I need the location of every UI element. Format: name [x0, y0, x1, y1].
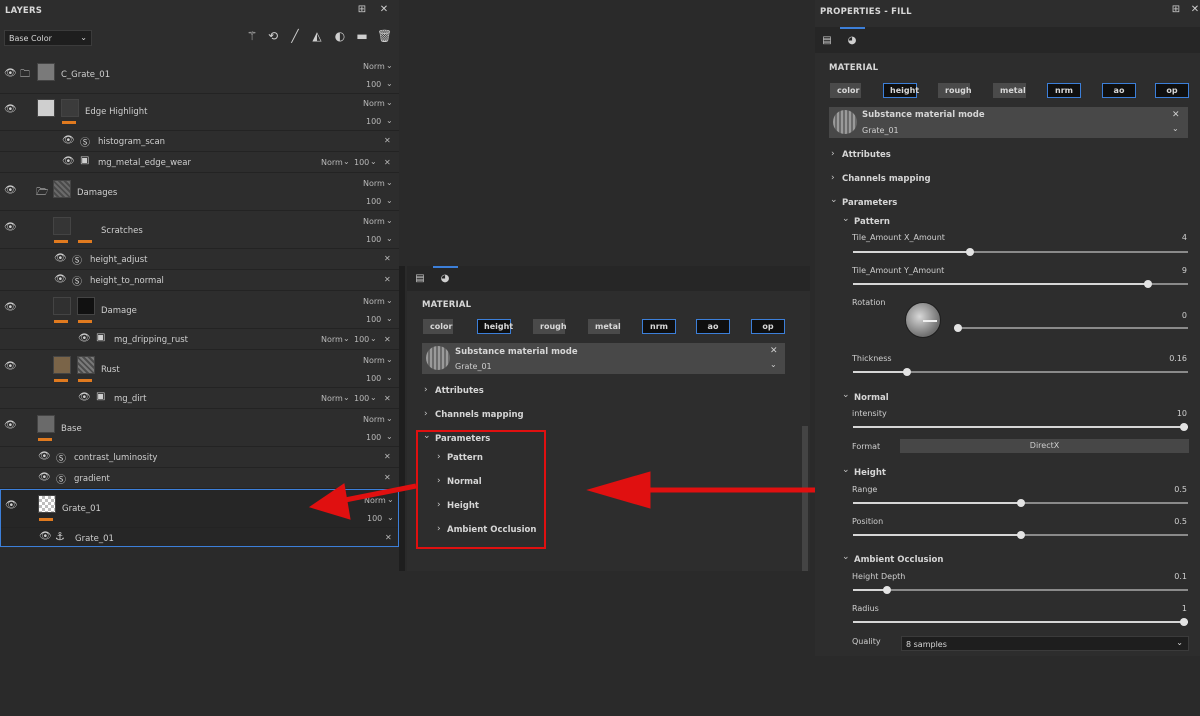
chevron-down-icon: ⌄ — [842, 390, 850, 400]
slider-knob[interactable] — [966, 248, 974, 256]
slider-knob[interactable] — [1180, 423, 1188, 431]
material-mode-sub: Grate_01 — [862, 126, 899, 135]
slider-knob[interactable] — [1017, 531, 1025, 539]
slider-knob[interactable] — [1180, 618, 1188, 626]
format-select[interactable]: DirectX — [900, 439, 1189, 453]
section-parameters[interactable]: Parameters — [842, 198, 897, 208]
slider-fill — [853, 534, 1021, 536]
rotation-dial[interactable] — [905, 302, 941, 338]
section-channels-mapping[interactable]: Channels mapping — [842, 174, 931, 184]
tile-y-label: Tile_Amount Y_Amount — [852, 266, 945, 275]
intensity-slider[interactable] — [853, 423, 1188, 431]
chevron-right-icon: › — [831, 149, 835, 159]
rotation-indicator — [923, 320, 937, 322]
chip-height[interactable]: height — [883, 83, 919, 98]
chevron-down-icon: ⌄ — [842, 214, 850, 224]
slider-knob[interactable] — [954, 324, 962, 332]
tile-x-value[interactable]: 4 — [1175, 233, 1187, 242]
ao-header[interactable]: Ambient Occlusion — [854, 555, 943, 565]
format-value: DirectX — [1029, 441, 1060, 450]
height-depth-value[interactable]: 0.1 — [1165, 572, 1187, 581]
chevron-down-icon: ⌄ — [830, 195, 838, 205]
maximize-icon[interactable]: ⊞ — [1170, 5, 1182, 15]
chevron-down-icon[interactable]: ⌄ — [1172, 124, 1179, 133]
chip-op[interactable]: op — [1155, 83, 1189, 98]
chevron-down-icon: ⌄ — [842, 465, 850, 475]
slider-fill — [853, 589, 887, 591]
tile-x-label: Tile_Amount X_Amount — [852, 233, 945, 242]
material-label: MATERIAL — [829, 63, 879, 73]
range-value[interactable]: 0.5 — [1165, 485, 1187, 494]
slider-knob[interactable] — [1144, 280, 1152, 288]
close-icon[interactable]: ✕ — [1189, 5, 1200, 15]
material-mode-card[interactable]: Substance material mode Grate_01 ✕ ⌄ — [829, 107, 1188, 138]
height-header[interactable]: Height — [854, 468, 886, 478]
chip-rough[interactable]: rough — [938, 83, 972, 98]
tile-x-slider[interactable] — [853, 248, 1188, 256]
slider-knob[interactable] — [883, 586, 891, 594]
slider-track — [853, 589, 1188, 591]
chip-color[interactable]: color — [830, 83, 861, 98]
chevron-down-icon: ⌄ — [842, 552, 850, 562]
material-icon: ◕ — [847, 35, 857, 46]
intensity-label: intensity — [852, 409, 887, 418]
slider-fill — [853, 371, 907, 373]
slider-knob[interactable] — [903, 368, 911, 376]
arrow-left — [308, 483, 417, 520]
rotation-slider[interactable] — [954, 324, 1188, 332]
arrow-left-head — [308, 483, 351, 520]
material-mode-title: Substance material mode — [862, 110, 985, 120]
slider-fill — [853, 283, 1148, 285]
tile-y-slider[interactable] — [853, 280, 1188, 288]
rotation-value[interactable]: 0 — [1175, 311, 1187, 320]
radius-label: Radius — [852, 604, 879, 613]
chip-nrm[interactable]: nrm — [1047, 83, 1081, 98]
height-depth-slider[interactable] — [853, 586, 1188, 594]
chip-ao[interactable]: ao — [1102, 83, 1136, 98]
properties-panel: PROPERTIES - FILL ⊞ ✕ ▤ ◕ MATERIAL color… — [815, 0, 1200, 656]
section-attributes[interactable]: Attributes — [842, 150, 891, 160]
format-label: Format — [852, 442, 881, 451]
slider-track — [954, 327, 1188, 329]
slider-fill — [853, 251, 970, 253]
thickness-value[interactable]: 0.16 — [1160, 354, 1187, 363]
arrow-right-head — [586, 471, 651, 509]
quality-value: 8 samples — [906, 640, 947, 649]
close-icon[interactable]: ✕ — [1172, 110, 1180, 120]
radius-slider[interactable] — [853, 618, 1188, 626]
quality-label: Quality — [852, 637, 881, 646]
height-depth-label: Height Depth — [852, 572, 906, 581]
pattern-header[interactable]: Pattern — [854, 217, 890, 227]
properties-title: PROPERTIES - FILL — [820, 7, 912, 17]
slider-knob[interactable] — [1017, 499, 1025, 507]
panel-tab-bar — [815, 27, 1200, 53]
texture-set-icon[interactable]: ▤ — [821, 36, 833, 46]
chevron-right-icon: › — [831, 173, 835, 183]
slider-fill — [853, 502, 1021, 504]
rotation-label: Rotation — [852, 298, 886, 307]
thickness-slider[interactable] — [853, 368, 1188, 376]
range-slider[interactable] — [853, 499, 1188, 507]
position-label: Position — [852, 517, 884, 526]
radius-value[interactable]: 1 — [1170, 604, 1187, 613]
range-label: Range — [852, 485, 878, 494]
position-value[interactable]: 0.5 — [1165, 517, 1187, 526]
thickness-label: Thickness — [852, 354, 892, 363]
tile-y-value[interactable]: 9 — [1175, 266, 1187, 275]
arrow-right — [586, 471, 832, 509]
quality-select[interactable]: 8 samples ⌄ — [901, 636, 1189, 651]
position-slider[interactable] — [853, 531, 1188, 539]
slider-fill — [853, 621, 1188, 623]
chip-metal[interactable]: metal — [993, 83, 1026, 98]
slider-fill — [853, 426, 1188, 428]
material-sphere-icon — [833, 110, 857, 134]
chevron-down-icon: ⌄ — [1176, 638, 1183, 647]
normal-header[interactable]: Normal — [854, 393, 889, 403]
intensity-value[interactable]: 10 — [1170, 409, 1187, 418]
